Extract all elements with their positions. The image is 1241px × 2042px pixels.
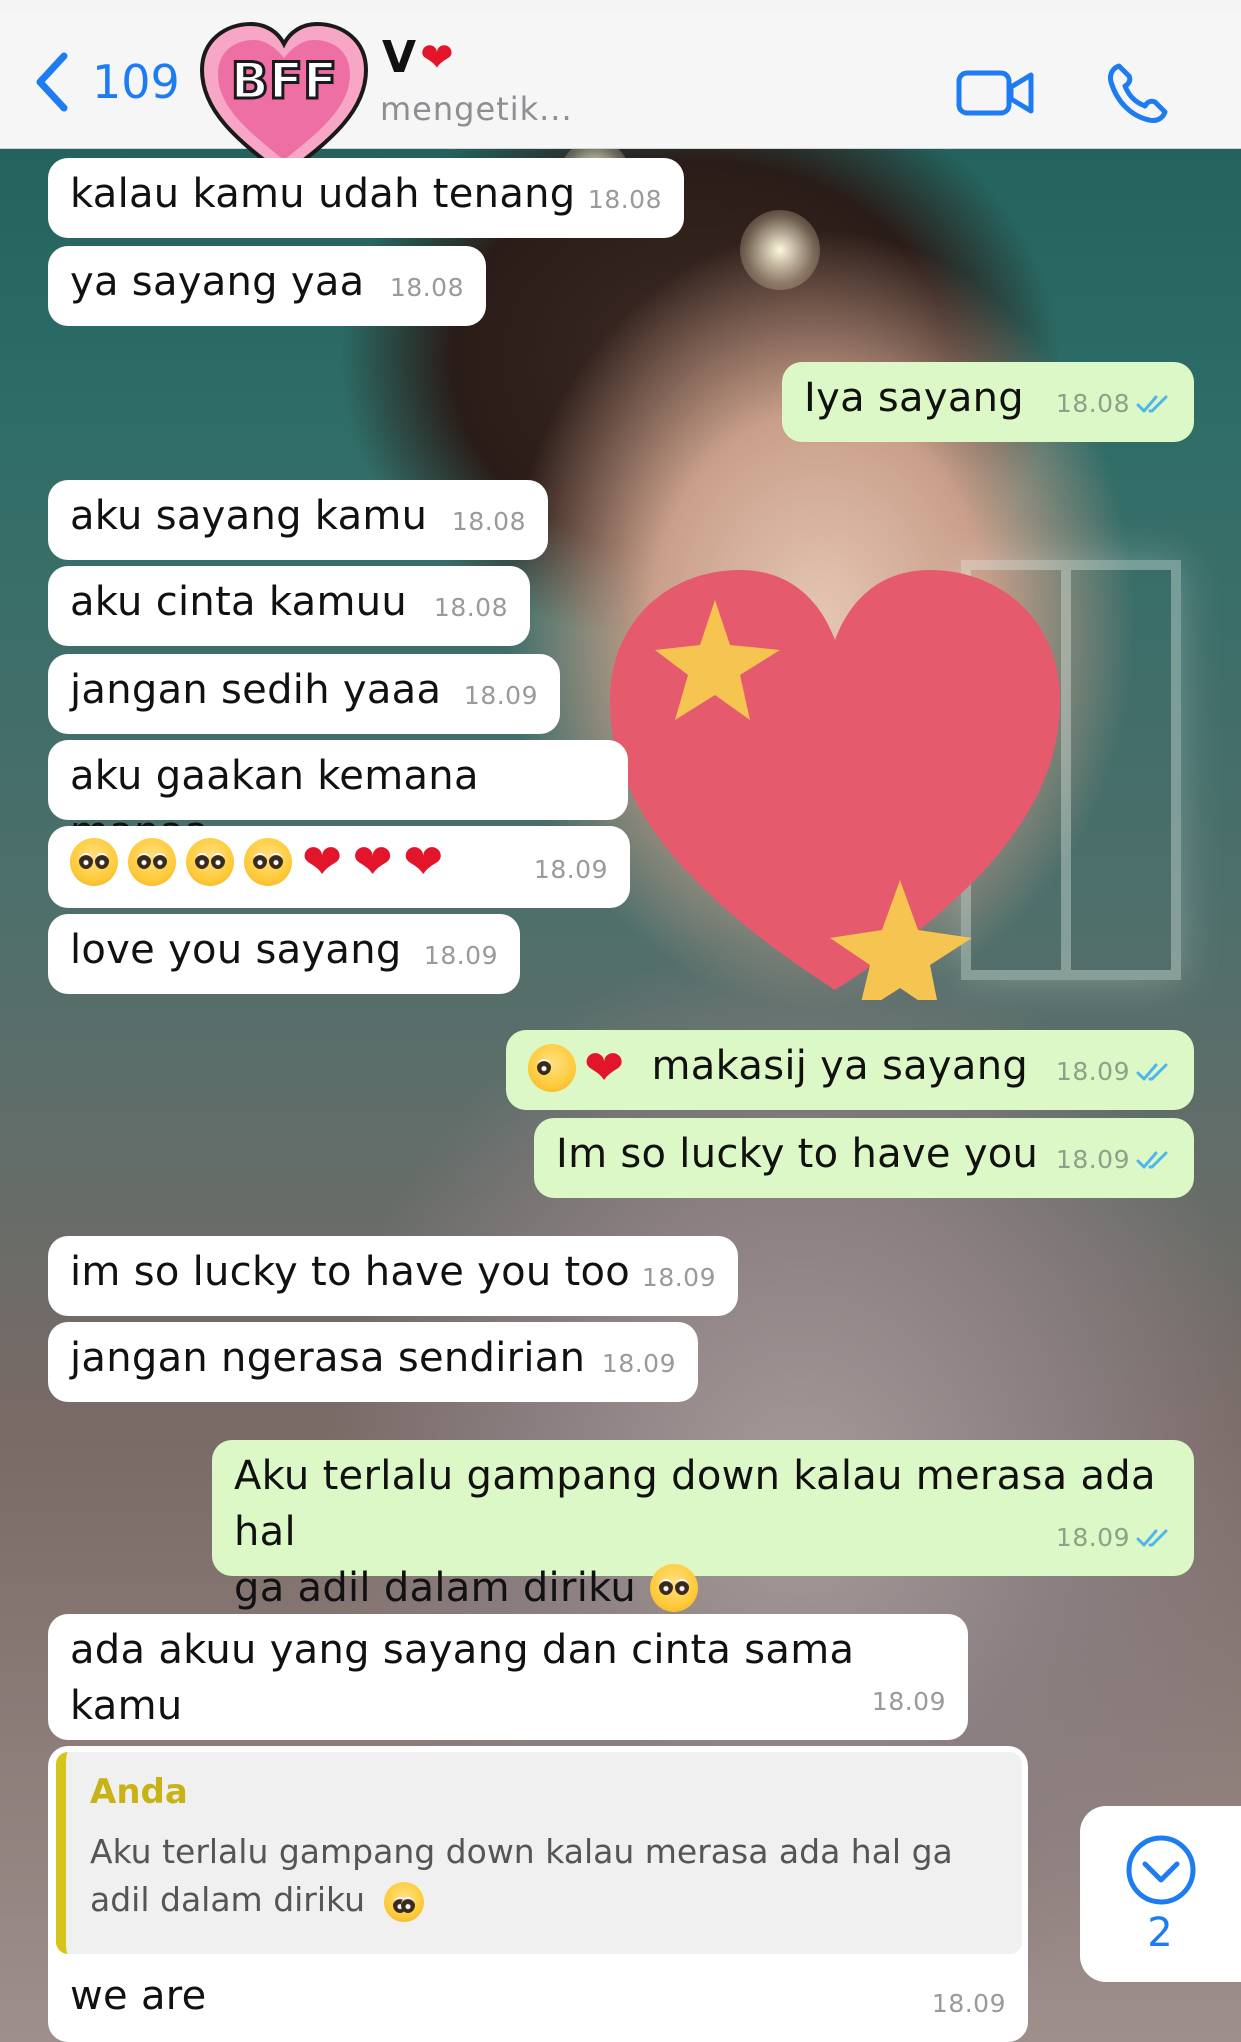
message-bubble-outgoing[interactable]: Iya sayang 18.08 xyxy=(782,362,1194,442)
scroll-to-bottom-button[interactable]: 2 xyxy=(1080,1806,1241,1982)
message-time: 18.08 xyxy=(1055,389,1130,418)
double-check-icon xyxy=(1136,395,1168,413)
avatar-label: BFF xyxy=(231,52,337,110)
message-time: 18.09 xyxy=(871,1687,946,1716)
message-bubble-incoming[interactable]: love you sayang 18.09 xyxy=(48,914,520,994)
message-bubble-outgoing[interactable]: Im so lucky to have you 18.09 xyxy=(534,1118,1194,1198)
message-bubble-incoming[interactable]: ❤ ❤ ❤ 18.09 xyxy=(48,826,630,908)
message-time: 18.09 xyxy=(601,1349,676,1378)
typing-status: mengetik... xyxy=(380,90,573,128)
heart-emoji-icon: ❤ xyxy=(302,834,343,890)
message-time: 18.09 xyxy=(423,941,498,970)
message-time: 18.09 xyxy=(533,855,608,884)
message-bubble-incoming[interactable]: aku gaakan kemana manaa xyxy=(48,740,628,855)
double-check-icon xyxy=(1136,1151,1168,1169)
pleading-face-emoji-icon xyxy=(650,1564,699,1612)
message-bubble-incoming[interactable]: ada akuu yang sayang dan cinta sama kamu… xyxy=(48,1614,968,1740)
pleading-face-emoji-icon xyxy=(186,838,234,886)
heart-emoji-icon: ❤ xyxy=(403,834,444,890)
message-bubble-outgoing[interactable]: Aku terlalu gampang down kalau merasa ad… xyxy=(212,1440,1194,1612)
message-bubble-incoming[interactable]: jangan ngerasa sendirian 18.09 xyxy=(48,1322,698,1402)
heart-emoji-icon: ❤ xyxy=(584,1040,625,1096)
double-check-icon xyxy=(1136,1529,1168,1547)
message-bubble-outgoing[interactable]: ❤ makasij ya sayang 18.09 xyxy=(506,1030,1194,1110)
chevron-down-circle-icon xyxy=(1126,1835,1196,1905)
message-bubble-incoming[interactable]: kalau kamu udah tenang 18.08 xyxy=(48,158,684,238)
message-bubble-incoming[interactable]: aku sayang kamu 18.08 xyxy=(48,480,548,560)
message-time: 18.08 xyxy=(587,185,662,214)
heart-emoji-icon: ❤ xyxy=(352,834,394,890)
back-button[interactable]: 109 xyxy=(32,50,180,114)
avatar[interactable]: BFF xyxy=(196,20,372,180)
crying-face-emoji-icon xyxy=(528,1044,576,1092)
heart-emoji-icon: ❤ xyxy=(420,34,454,81)
quoted-message[interactable]: Anda Aku terlalu gampang down kalau mera… xyxy=(56,1752,1022,1954)
chat-header: 109 BFF V ❤ mengetik... xyxy=(0,10,1241,178)
message-time: 18.09 xyxy=(931,1989,1006,2018)
message-time: 18.08 xyxy=(389,273,464,302)
message-time: 18.09 xyxy=(1055,1523,1130,1552)
message-bubble-incoming[interactable]: im so lucky to have you too 18.09 xyxy=(48,1236,738,1316)
emoji-row: ❤ ❤ ❤ xyxy=(70,834,608,890)
message-bubble-incoming[interactable]: ya sayang yaa 18.08 xyxy=(48,246,486,326)
message-bubble-incoming[interactable]: aku cinta kamuu 18.08 xyxy=(48,566,530,646)
message-time: 18.09 xyxy=(1055,1145,1130,1174)
contact-name[interactable]: V ❤ xyxy=(382,32,454,83)
video-icon[interactable] xyxy=(955,65,1035,121)
status-bar xyxy=(0,0,1241,10)
unread-count: 109 xyxy=(92,55,180,109)
message-time: 18.08 xyxy=(451,507,526,536)
unread-badge: 2 xyxy=(1147,1910,1173,1956)
message-time: 18.08 xyxy=(433,593,508,622)
phone-icon[interactable] xyxy=(1105,60,1171,126)
pleading-face-emoji-icon xyxy=(383,1881,424,1922)
quote-author: Anda xyxy=(90,1772,188,1812)
double-check-icon xyxy=(1136,1063,1168,1081)
message-bubble-incoming[interactable]: jangan sedih yaaa 18.09 xyxy=(48,654,560,734)
chevron-left-icon xyxy=(36,52,68,112)
quote-text: Aku terlalu gampang down kalau merasa ad… xyxy=(90,1828,990,1924)
pleading-face-emoji-icon xyxy=(70,838,118,886)
heart-sticker xyxy=(610,570,1060,1000)
pleading-face-emoji-icon xyxy=(244,838,292,886)
message-time: 18.09 xyxy=(641,1263,716,1292)
message-time: 18.09 xyxy=(463,681,538,710)
message-time: 18.09 xyxy=(1055,1057,1130,1086)
pleading-face-emoji-icon xyxy=(128,838,176,886)
